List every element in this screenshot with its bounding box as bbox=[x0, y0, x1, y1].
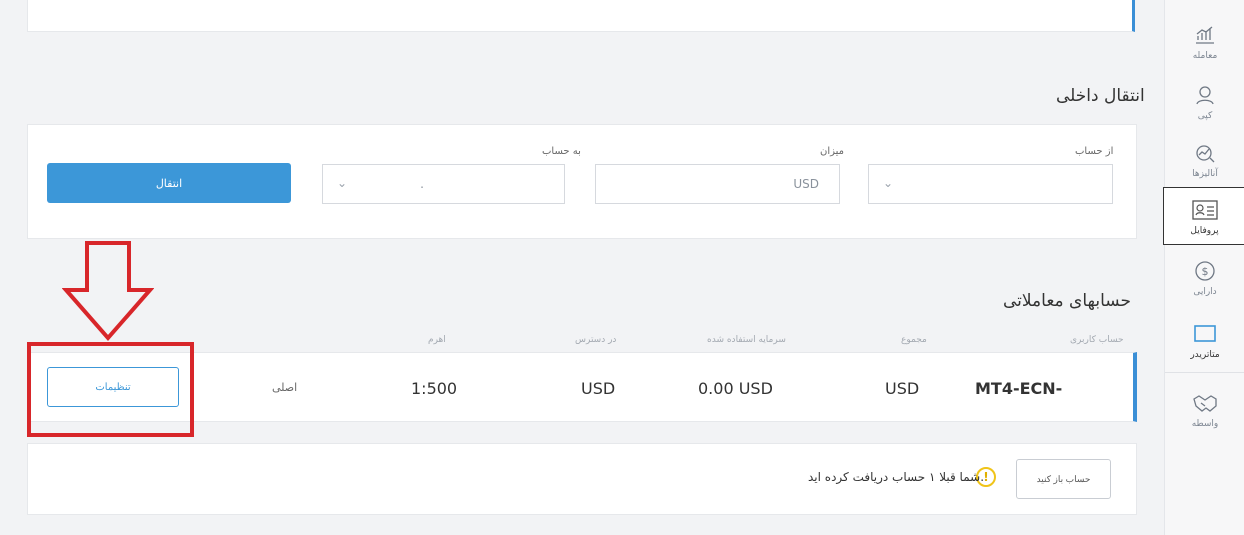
amount-input[interactable]: USD bbox=[595, 164, 840, 204]
header-total: مجموع bbox=[901, 335, 927, 345]
header-leverage: اهرم bbox=[428, 335, 446, 345]
from-account-label: از حساب bbox=[1075, 146, 1114, 157]
account-used: 0.00 USD bbox=[698, 379, 773, 398]
account-login: MT4-ECN- bbox=[975, 379, 1063, 398]
sidebar-item-ib[interactable]: واسطه bbox=[1165, 380, 1244, 438]
account-leverage: 1:500 bbox=[411, 379, 458, 398]
monitor-icon bbox=[1191, 321, 1219, 347]
info-message: شما قبلا ۱ حساب دریافت کرده اید. bbox=[808, 470, 985, 484]
user-icon bbox=[1191, 82, 1219, 108]
profile-card-icon bbox=[1191, 197, 1219, 223]
from-account-select[interactable]: ⌄ bbox=[868, 164, 1113, 204]
sidebar-item-analysis[interactable]: آنالیزها bbox=[1165, 130, 1244, 188]
account-available: USD bbox=[581, 379, 616, 398]
to-account-value: . bbox=[420, 177, 424, 191]
sidebar-item-label: دارایی bbox=[1193, 286, 1217, 297]
amount-label: میزان bbox=[820, 146, 845, 157]
chevron-down-icon: ⌄ bbox=[337, 176, 348, 190]
to-account-label: به حساب bbox=[542, 146, 581, 157]
chevron-down-icon: ⌄ bbox=[883, 176, 894, 190]
annotation-arrow-icon bbox=[62, 241, 154, 342]
header-used: سرمایه استفاده شده bbox=[707, 335, 786, 345]
sidebar-item-label: معامله bbox=[1192, 50, 1218, 61]
annotation-highlight-box bbox=[27, 342, 194, 437]
sidebar-item-copy[interactable]: کپی bbox=[1165, 72, 1244, 130]
top-panel bbox=[27, 0, 1135, 32]
amount-currency: USD bbox=[793, 177, 819, 191]
account-type: اصلی bbox=[272, 381, 298, 394]
sidebar-item-trade[interactable]: معامله bbox=[1165, 12, 1244, 70]
sidebar-item-metatrader[interactable]: متاتریدر bbox=[1165, 311, 1244, 369]
chart-icon bbox=[1191, 22, 1219, 48]
sidebar-item-label: متاتریدر bbox=[1190, 349, 1220, 360]
dollar-icon: $ bbox=[1191, 258, 1219, 284]
handshake-icon bbox=[1191, 390, 1219, 416]
account-total: USD bbox=[885, 379, 920, 398]
sidebar-item-label: واسطه bbox=[1191, 418, 1219, 429]
sidebar-item-label: آنالیزها bbox=[1192, 168, 1218, 179]
sidebar-item-label: پروفایل bbox=[1190, 225, 1219, 236]
svg-text:$: $ bbox=[1202, 265, 1209, 278]
sidebar: معامله کپی آنالیزها پروفایل $ دارایی متا… bbox=[1163, 0, 1244, 535]
sidebar-item-label: کپی bbox=[1197, 110, 1213, 121]
accounts-title: حسابهای معاملاتی bbox=[1003, 291, 1131, 311]
sidebar-item-profile[interactable]: پروفایل bbox=[1163, 187, 1244, 245]
to-account-select[interactable]: ⌄ . bbox=[322, 164, 565, 204]
open-account-button[interactable]: حساب باز کنید bbox=[1016, 459, 1111, 499]
header-available: در دسترس bbox=[575, 335, 617, 345]
analysis-icon bbox=[1191, 140, 1219, 166]
sidebar-item-assets[interactable]: $ دارایی bbox=[1165, 248, 1244, 306]
transfer-button[interactable]: انتقال bbox=[47, 163, 291, 203]
sidebar-divider bbox=[1165, 372, 1244, 373]
transfer-title: انتقال داخلی bbox=[1056, 86, 1145, 106]
header-login: حساب کاربری bbox=[1070, 335, 1124, 345]
